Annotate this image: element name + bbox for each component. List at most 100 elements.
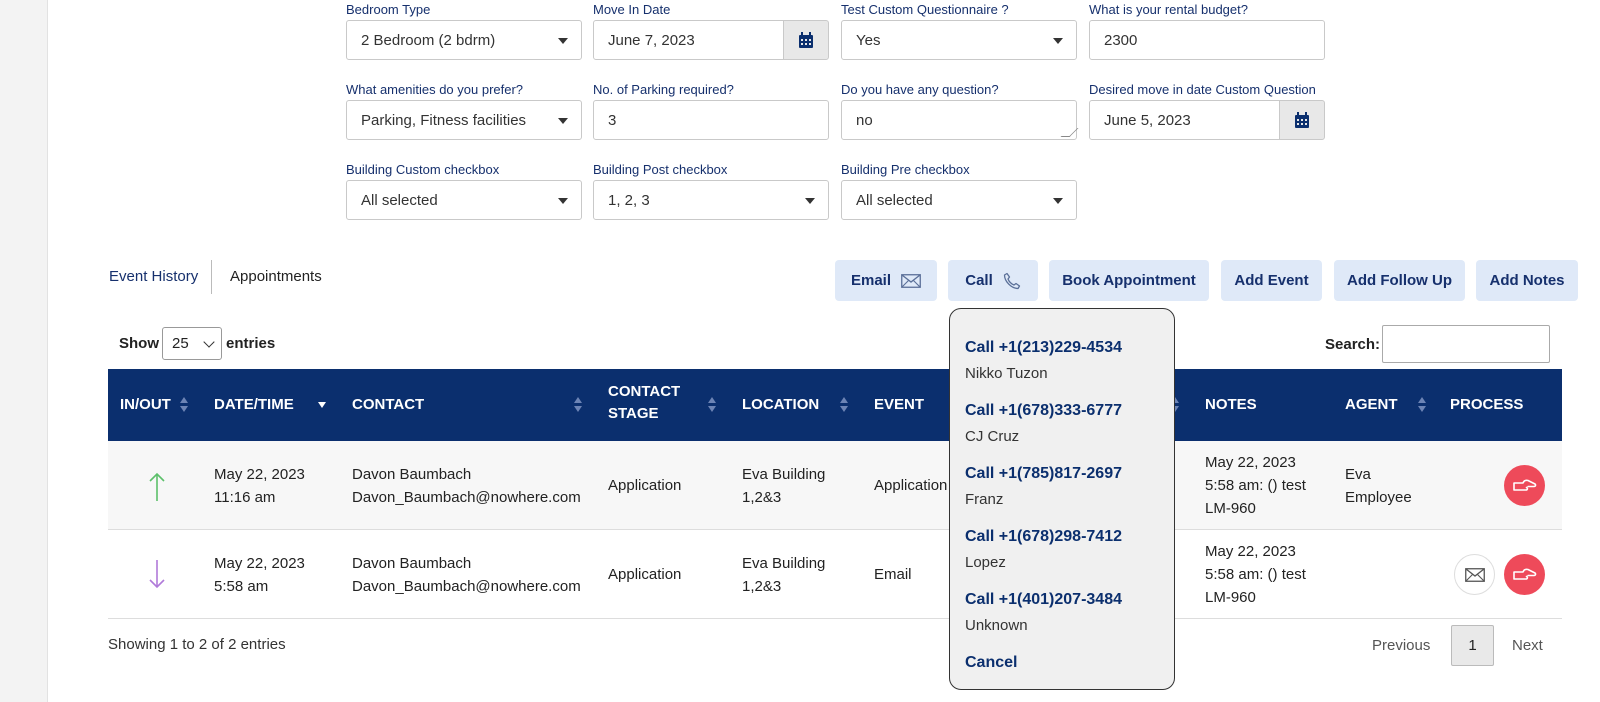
row-contact-email[interactable]: Davon_Baumbach@nowhere.com [352,486,581,509]
building-pre-label: Building Pre checkbox [841,162,970,177]
test-questionnaire-label: Test Custom Questionnaire ? [841,2,1009,17]
desired-move-in-calendar-button[interactable] [1279,100,1325,140]
row-time: 11:16 am [214,489,276,506]
phone-icon [1003,272,1020,289]
row-location-line1: Eva Building [742,466,826,483]
call-button-label: Call [965,272,993,289]
next-page-button[interactable]: Next [1512,637,1543,654]
call-option-link[interactable]: Call +1(678)298-7412 [965,528,1122,546]
header-contact[interactable]: CONTACT [352,394,424,416]
header-in-out[interactable]: IN/OUT [120,394,171,416]
page-1-button[interactable]: 1 [1451,625,1494,666]
call-option-link[interactable]: Call +1(785)817-2697 [965,465,1122,483]
move-in-date-input[interactable]: June 7, 2023 [593,20,784,60]
book-appointment-button[interactable]: Book Appointment [1049,260,1209,301]
row-date: May 22, 2023 [214,555,305,572]
parking-input[interactable]: 3 [593,100,829,140]
call-button[interactable]: Call [948,260,1038,301]
building-post-select[interactable]: 1, 2, 3 [593,180,829,220]
rental-budget-input[interactable]: 2300 [1089,20,1325,60]
header-agent[interactable]: AGENT [1345,394,1398,416]
row-stage: Application [608,477,682,494]
row-notes-line1: May 22, 2023 [1205,454,1296,471]
test-questionnaire-select[interactable]: Yes [841,20,1077,60]
process-button[interactable] [1504,465,1545,506]
building-custom-select[interactable]: All selected [346,180,582,220]
row-stage: Application [608,566,682,583]
row-email-button[interactable] [1454,554,1495,595]
row-notes-line2: 5:58 am: () test [1205,566,1306,583]
amenities-label: What amenities do you prefer? [346,82,524,97]
desired-move-in-input[interactable]: June 5, 2023 [1089,100,1280,140]
call-option-name: Nikko Tuzon [965,365,1048,382]
tab-appointments[interactable]: Appointments [230,268,322,285]
row-location-line2: 1,2&3 [742,489,782,506]
bedroom-type-label: Bedroom Type [346,2,431,17]
desired-move-in-label: Desired move in date Custom Question [1089,82,1316,97]
building-pre-select[interactable]: All selected [841,180,1077,220]
email-button[interactable]: Email [835,260,937,301]
search-input[interactable] [1382,325,1550,363]
show-label: Show [119,335,159,352]
building-custom-label: Building Custom checkbox [346,162,500,177]
row-notes-line3: LM-960 [1205,500,1256,517]
envelope-icon [1464,567,1485,582]
row-contact-email[interactable]: Davon_Baumbach@nowhere.com [352,575,581,598]
sort-icon [574,397,582,413]
building-post-label: Building Post checkbox [593,162,728,177]
move-in-date-label: Move In Date [593,2,671,17]
row-date: May 22, 2023 [214,466,305,483]
row-location-line1: Eva Building [742,555,826,572]
table-row: May 22, 2023 11:16 am Davon Baumbach Dav… [108,441,1562,530]
move-in-calendar-button[interactable] [783,20,829,60]
header-contact-stage-line2[interactable]: STAGE [608,403,659,425]
question-textarea[interactable]: no [841,100,1077,140]
add-notes-button[interactable]: Add Notes [1476,260,1578,301]
entries-per-page-select[interactable]: 25 [162,327,222,360]
table-header: IN/OUT DATE/TIME CONTACT CONTACT STAGE L… [108,369,1562,441]
entries-value: 25 [172,335,189,352]
showing-entries-text: Showing 1 to 2 of 2 entries [108,636,286,653]
rental-budget-label: What is your rental budget? [1089,2,1248,17]
header-process: PROCESS [1450,396,1524,413]
arrow-down-icon [149,560,165,589]
envelope-icon [901,273,921,288]
tab-event-history[interactable]: Event History [109,268,198,285]
call-cancel-link[interactable]: Cancel [965,654,1017,672]
parking-label: No. of Parking required? [593,82,734,97]
call-option-link[interactable]: Call +1(678)333-6777 [965,402,1122,420]
header-notes[interactable]: NOTES [1205,394,1257,416]
hand-pointer-icon [1512,479,1536,491]
header-event[interactable]: EVENT [874,394,924,416]
entries-label: entries [226,335,276,352]
row-event: Application [874,477,948,494]
row-notes-line1: May 22, 2023 [1205,543,1296,560]
process-button[interactable] [1504,554,1545,595]
call-option-link[interactable]: Call +1(401)207-3484 [965,591,1122,609]
row-agent-line2: Employee [1345,489,1412,506]
call-option-name: Franz [965,491,1004,508]
calendar-icon [799,31,813,48]
previous-page-button[interactable]: Previous [1372,637,1430,654]
call-options-popup: Call +1(213)229-4534 Nikko Tuzon Call +1… [949,308,1175,690]
sort-icon [180,397,188,413]
row-contact-name[interactable]: Davon Baumbach [352,552,471,575]
row-event: Email [874,566,912,583]
row-location-line2: 1,2&3 [742,578,782,595]
call-option-link[interactable]: Call +1(213)229-4534 [965,339,1122,357]
bedroom-type-select[interactable]: 2 Bedroom (2 bdrm) [346,20,582,60]
row-time: 5:58 am [214,578,269,595]
add-follow-up-button[interactable]: Add Follow Up [1334,260,1465,301]
header-location[interactable]: LOCATION [742,394,819,416]
tab-divider [211,260,212,294]
header-date-time[interactable]: DATE/TIME [214,394,294,416]
sort-icon [840,397,848,413]
arrow-up-icon [149,472,165,501]
row-contact-name[interactable]: Davon Baumbach [352,463,471,486]
header-contact-stage-line1[interactable]: CONTACT [608,381,680,403]
amenities-select[interactable]: Parking, Fitness facilities [346,100,582,140]
hand-pointer-icon [1512,568,1536,580]
row-agent-line1: Eva [1345,466,1371,483]
add-event-button[interactable]: Add Event [1221,260,1322,301]
table-row: May 22, 2023 5:58 am Davon Baumbach Davo… [108,530,1562,619]
